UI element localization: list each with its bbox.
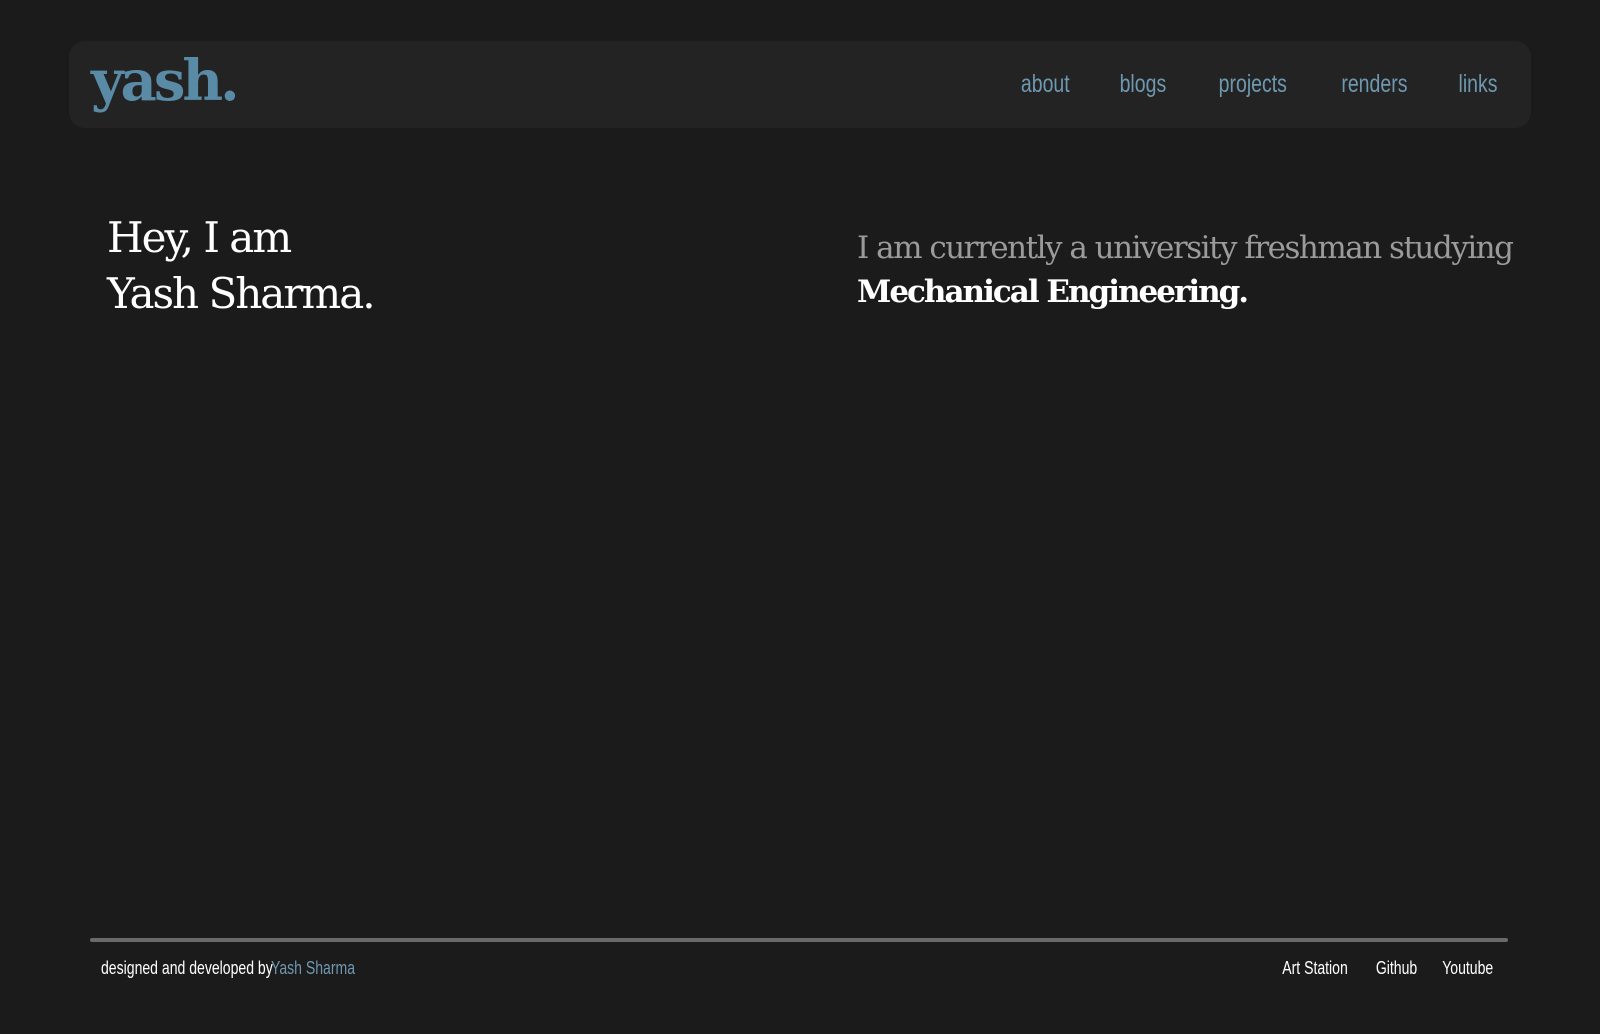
navbar: yash. about blogs projects renders links	[69, 41, 1531, 128]
site-logo[interactable]: yash.	[91, 45, 240, 117]
hero-greeting: Hey, I am Yash Sharma.	[107, 210, 376, 322]
footer-divider	[90, 938, 1508, 942]
field-of-study: Mechanical Engineering.	[857, 274, 1249, 310]
footer-link-github[interactable]: Github	[1375, 956, 1416, 980]
greeting-line-1: Hey, I am	[107, 213, 292, 262]
footer-credit: designed and developed by	[101, 958, 273, 978]
page: yash. about blogs projects renders links…	[0, 0, 1600, 1034]
nav-link-projects[interactable]: projects	[1218, 70, 1286, 99]
nav-link-about[interactable]: about	[1021, 70, 1070, 99]
greeting-name: Yash Sharma.	[107, 269, 376, 318]
footer-author-link[interactable]: Yash Sharma	[271, 956, 355, 980]
nav-link-links[interactable]: links	[1458, 70, 1497, 99]
nav-link-blogs[interactable]: blogs	[1119, 70, 1166, 99]
nav-link-renders[interactable]: renders	[1342, 70, 1408, 99]
footer-link-artstation[interactable]: Art Station	[1283, 956, 1349, 980]
hero-intro: I am currently a university freshman stu…	[857, 226, 1537, 314]
footer-credit-block: designed and developed by Yash Sharma	[101, 956, 379, 980]
main-nav: about blogs projects renders links	[1014, 41, 1503, 128]
footer-link-youtube[interactable]: Youtube	[1442, 956, 1493, 980]
intro-text: I am currently a university freshman stu…	[857, 230, 1514, 266]
footer-social-links: Art Station Github Youtube	[1273, 956, 1500, 980]
